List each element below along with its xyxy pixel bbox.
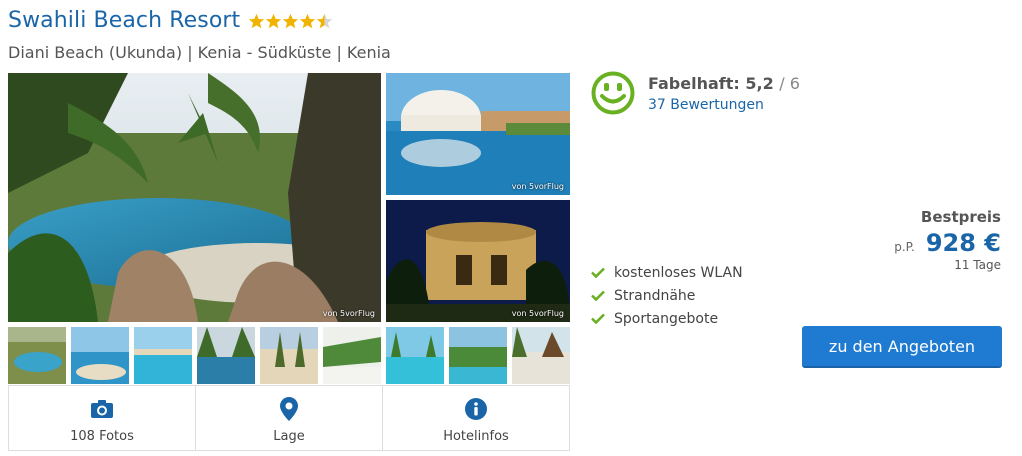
photos-label: 108 Fotos — [70, 428, 134, 444]
thumbnail[interactable] — [197, 327, 255, 384]
check-icon — [591, 313, 606, 324]
check-icon — [591, 290, 606, 301]
side-photo[interactable]: von 5vorFlug — [386, 73, 570, 195]
rating-text: Fabelhaft: 5,2 / 6 37 Bewertungen — [648, 74, 800, 115]
thumbnail[interactable] — [260, 327, 318, 384]
trip-duration: 11 Tage — [954, 258, 1001, 272]
main-photo[interactable]: von 5vorFlug — [8, 73, 381, 322]
info-icon — [465, 397, 487, 421]
star-icon — [265, 13, 282, 30]
star-icon — [248, 13, 265, 30]
thumbnail[interactable] — [449, 327, 507, 384]
price-line: p.P. 928 € — [894, 229, 1001, 257]
feature-list: kostenloses WLAN Strandnähe Sportangebot… — [591, 261, 743, 330]
map-button[interactable]: Lage — [196, 386, 383, 450]
rating-max: / 6 — [779, 74, 800, 93]
rating-word: Fabelhaft: — [648, 74, 740, 93]
thumbnail[interactable] — [386, 327, 444, 384]
star-rating — [248, 13, 333, 30]
location-pin-icon — [280, 396, 298, 421]
map-label: Lage — [273, 428, 305, 444]
hotel-title[interactable]: Swahili Beach Resort — [8, 8, 240, 33]
half-star-icon — [316, 13, 333, 30]
feature-item: Strandnähe — [591, 284, 743, 307]
star-icon — [282, 13, 299, 30]
photo-credit: von 5vorFlug — [322, 309, 375, 318]
thumbnail[interactable] — [323, 327, 381, 384]
photo-credit: von 5vorFlug — [511, 182, 564, 191]
gallery-actions: 108 Fotos Lage Hotelinfos — [8, 385, 570, 451]
thumbnail[interactable] — [8, 327, 66, 384]
thumbnail-strip — [8, 327, 570, 384]
star-icon — [299, 13, 316, 30]
hotel-location: Diani Beach (Ukunda) | Kenia - Südküste … — [8, 43, 391, 62]
best-price-heading: Bestpreis — [920, 208, 1001, 226]
rating-score-line: Fabelhaft: 5,2 / 6 — [648, 74, 800, 93]
camera-icon — [90, 397, 114, 421]
photo-credit: von 5vorFlug — [511, 309, 564, 318]
offers-button[interactable]: zu den Angeboten — [802, 326, 1002, 368]
feature-item: kostenloses WLAN — [591, 261, 743, 284]
per-person-label: p.P. — [894, 240, 915, 254]
photos-button[interactable]: 108 Fotos — [9, 386, 196, 450]
happy-smiley-icon — [591, 71, 635, 115]
hotel-info-button[interactable]: Hotelinfos — [383, 386, 569, 450]
thumbnail[interactable] — [512, 327, 570, 384]
feature-item: Sportangebote — [591, 307, 743, 330]
feature-label: Sportangebote — [614, 310, 719, 327]
thumbnail[interactable] — [134, 327, 192, 384]
rating-block: Fabelhaft: 5,2 / 6 37 Bewertungen — [591, 71, 800, 115]
price-block: Bestpreis p.P. 928 € 11 Tage — [894, 208, 1001, 272]
hotel-info-label: Hotelinfos — [443, 428, 509, 444]
price-amount: 928 € — [925, 229, 1001, 257]
thumbnail[interactable] — [71, 327, 129, 384]
feature-label: kostenloses WLAN — [614, 264, 743, 281]
side-photo[interactable]: von 5vorFlug — [386, 200, 570, 322]
rating-score: 5,2 — [745, 74, 774, 93]
feature-label: Strandnähe — [614, 287, 696, 304]
reviews-link[interactable]: 37 Bewertungen — [648, 97, 800, 113]
title-row: Swahili Beach Resort — [8, 8, 333, 33]
check-icon — [591, 267, 606, 278]
